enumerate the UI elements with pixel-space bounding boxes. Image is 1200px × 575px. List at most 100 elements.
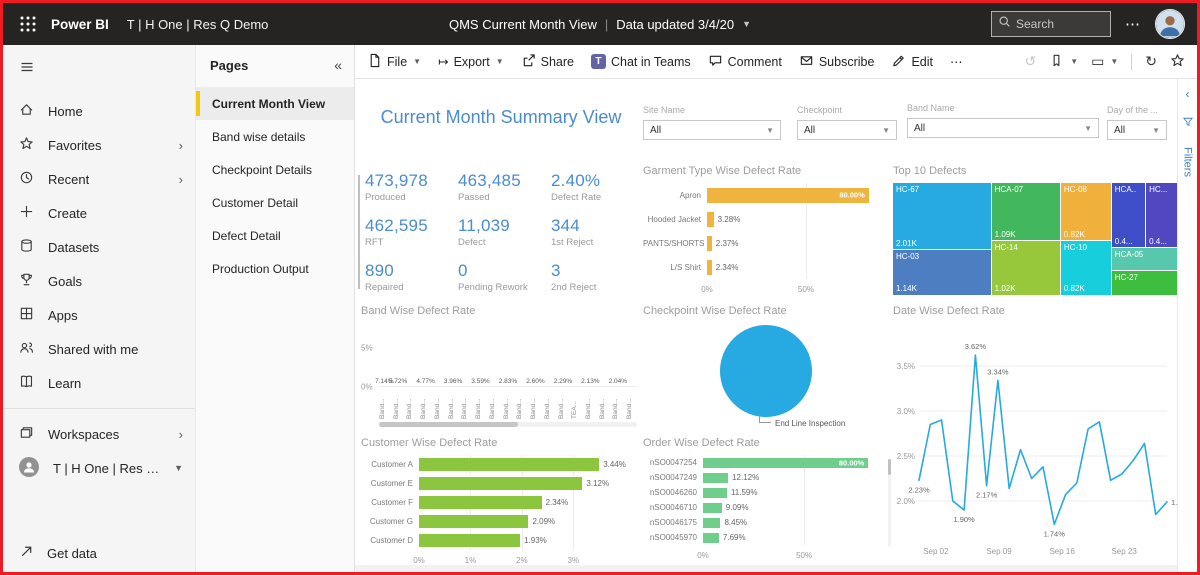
toolbar-chat-in-teams-button[interactable]: TChat in Teams bbox=[591, 54, 691, 69]
slicer-day-of-the-dropdown[interactable]: All▼ bbox=[1107, 120, 1167, 140]
span: Comment bbox=[728, 55, 782, 69]
chart-scrollbar[interactable] bbox=[888, 459, 891, 547]
bh-zone: 2.09% bbox=[419, 515, 639, 528]
bar-pants-shorts[interactable] bbox=[707, 236, 712, 251]
toolbar-edit-button[interactable]: Edit bbox=[891, 53, 933, 71]
chart-scrollbar[interactable] bbox=[379, 422, 637, 427]
treemap-tile-hc-03[interactable]: HC-031.14K bbox=[893, 250, 992, 295]
bar-nso0047249[interactable] bbox=[703, 473, 728, 483]
path bbox=[371, 54, 379, 66]
filter-funnel-icon[interactable] bbox=[1182, 115, 1194, 133]
customer-wise-defect-rate-chart[interactable]: Customer Wise Defect RateCustomer A3.44%… bbox=[361, 437, 639, 567]
bar-apron[interactable]: 80.00% bbox=[707, 188, 869, 203]
sidebar-item-shared-with-me[interactable]: Shared with me bbox=[3, 332, 195, 366]
band-wise-defect-rate-chart[interactable]: Band Wise Defect Rate5%0%7.14%5.72%4.77%… bbox=[361, 305, 639, 433]
treemap-tile-hc-27[interactable]: HC-27 bbox=[1112, 271, 1177, 295]
bh-lab: Customer G bbox=[361, 517, 419, 526]
bar-nso0046175[interactable] bbox=[703, 518, 720, 528]
search-box[interactable] bbox=[991, 11, 1111, 37]
order-wise-defect-rate-chart[interactable]: Order Wise Defect RatenSO004725480.00%nS… bbox=[643, 437, 889, 567]
bar-hooded-jacket[interactable] bbox=[707, 212, 714, 227]
sidebar-item-apps[interactable]: Apps bbox=[3, 298, 195, 332]
garment-type-defect-rate-chart[interactable]: Garment Type Wise Defect RateApron80.00%… bbox=[643, 165, 889, 305]
page-item-checkpoint-details[interactable]: Checkpoint Details bbox=[196, 153, 354, 186]
treemap-tile-hca-05[interactable]: HCA-05 bbox=[1112, 248, 1177, 272]
bh-zone: 11.59% bbox=[703, 488, 889, 498]
filters-pane-label[interactable]: Filters bbox=[1182, 147, 1194, 177]
bv-blab: 4.77% bbox=[416, 378, 434, 385]
checkpoint-wise-defect-rate-pie[interactable]: Checkpoint Wise Defect RateEnd Line Insp… bbox=[643, 305, 889, 435]
sidebar-item-favorites[interactable]: Favorites› bbox=[3, 128, 195, 162]
treemap-tile-hc-10[interactable]: HC-100.82K bbox=[1061, 241, 1112, 295]
bar-customer-a[interactable] bbox=[419, 458, 599, 471]
bar-customer-g[interactable] bbox=[419, 515, 528, 528]
treemap-tile-hca[interactable]: HCA..0.4... bbox=[1112, 183, 1146, 248]
sidebar-item-home[interactable]: Home bbox=[3, 94, 195, 128]
bar-customer-d[interactable] bbox=[419, 534, 520, 547]
waffle-menu-icon[interactable] bbox=[15, 11, 41, 37]
sidebar-item-goals[interactable]: Goals bbox=[3, 264, 195, 298]
toolbar-comment-button[interactable]: Comment bbox=[708, 53, 782, 71]
span: All bbox=[804, 125, 815, 136]
toolbar-share-button[interactable]: Share bbox=[521, 53, 574, 71]
slicer-band-name-dropdown[interactable]: All▼ bbox=[907, 118, 1099, 138]
bar-customer-e[interactable] bbox=[419, 477, 582, 490]
sidebar-item-t-h-one-res-q-d[interactable]: T | H One | Res Q D...▼ bbox=[3, 451, 195, 485]
nav-chev: ▼ bbox=[174, 463, 183, 473]
page-item-defect-detail[interactable]: Defect Detail bbox=[196, 219, 354, 252]
sidebar-item-recent[interactable]: Recent› bbox=[3, 162, 195, 196]
user-avatar[interactable] bbox=[1155, 9, 1185, 39]
kpi-label: RFT bbox=[365, 237, 458, 248]
top-10-defects-treemap[interactable]: Top 10 DefectsHC-672.01KHC-031.14KHCA-07… bbox=[893, 165, 1177, 305]
bar-nso0047254[interactable]: 80.00% bbox=[703, 458, 868, 468]
slicer-checkpoint-dropdown[interactable]: All▼ bbox=[797, 120, 897, 140]
toolbar-more-button[interactable]: ⋯ bbox=[950, 54, 963, 69]
toolbar-file-button[interactable]: File▼ bbox=[367, 53, 421, 71]
toolbar-bookmark-button[interactable]: ▼ bbox=[1049, 53, 1078, 71]
treemap-tile-hc-08[interactable]: HC-080.82K bbox=[1061, 183, 1112, 241]
pie-slice-end-line-inspection[interactable] bbox=[720, 325, 812, 417]
search-input[interactable] bbox=[1016, 17, 1096, 31]
bar-l-s-shirt[interactable] bbox=[707, 260, 712, 275]
bar-nso0046710[interactable] bbox=[703, 503, 722, 513]
page-item-current-month-view[interactable]: Current Month View bbox=[196, 87, 354, 120]
report-title: QMS Current Month View bbox=[449, 17, 597, 32]
toolbar-frame-button[interactable]: ▭▼ bbox=[1091, 53, 1118, 70]
data-updated-label[interactable]: Data updated 3/4/20 bbox=[616, 17, 734, 32]
date-wise-defect-rate-chart[interactable]: Date Wise Defect Rate2.0%2.5%3.0%3.5%Sep… bbox=[893, 305, 1177, 567]
treemap-tile-hc-14[interactable]: HC-141.02K bbox=[992, 241, 1061, 295]
chart-title: Garment Type Wise Defect Rate bbox=[643, 165, 889, 177]
sidebar-item-workspaces[interactable]: Workspaces› bbox=[3, 417, 195, 451]
bv-xlab: Band... bbox=[599, 389, 610, 419]
bv-xlab: Band... bbox=[448, 389, 459, 419]
toolbar-export-button[interactable]: ↦Export▼ bbox=[438, 54, 504, 69]
treemap-tile-hc[interactable]: HC...0.4... bbox=[1146, 183, 1177, 248]
toolbar-star-button[interactable] bbox=[1170, 53, 1185, 71]
bar-nso0045970[interactable] bbox=[703, 533, 719, 543]
toolbar-subscribe-button[interactable]: Subscribe bbox=[799, 53, 875, 71]
sidebar-item-get-data[interactable]: Get data bbox=[19, 544, 97, 562]
slicer-site-name-dropdown[interactable]: All▼ bbox=[643, 120, 781, 140]
treemap-tile-hc-67[interactable]: HC-672.01K bbox=[893, 183, 992, 250]
page-item-band-wise-details[interactable]: Band wise details bbox=[196, 120, 354, 153]
chevron-down-icon[interactable]: ▼ bbox=[742, 19, 751, 29]
svg bbox=[1156, 10, 1184, 38]
bv-blab: 2.13% bbox=[581, 378, 599, 385]
topbar-workspace-name[interactable]: T | H One | Res Q Demo bbox=[127, 17, 269, 32]
span: Production Output bbox=[212, 262, 309, 276]
page-item-customer-detail[interactable]: Customer Detail bbox=[196, 186, 354, 219]
expand-filters-icon[interactable]: ‹ bbox=[1186, 87, 1190, 101]
collapse-pages-icon[interactable]: « bbox=[334, 57, 342, 73]
sidebar-item-datasets[interactable]: Datasets bbox=[3, 230, 195, 264]
sidebar-item-create[interactable]: Create bbox=[3, 196, 195, 230]
toolbar-undo-button[interactable]: ↺ bbox=[1024, 53, 1036, 70]
bar-nso0046260[interactable] bbox=[703, 488, 727, 498]
path bbox=[21, 308, 31, 318]
more-options-icon[interactable]: ⋯ bbox=[1125, 15, 1141, 33]
bar-customer-f[interactable] bbox=[419, 496, 542, 509]
treemap-tile-hca-07[interactable]: HCA-071.09K bbox=[992, 183, 1061, 241]
page-item-production-output[interactable]: Production Output bbox=[196, 252, 354, 285]
toolbar-refresh-button[interactable]: ↻ bbox=[1145, 53, 1157, 70]
sidebar-item-learn[interactable]: Learn bbox=[3, 366, 195, 400]
hamburger-menu-icon[interactable] bbox=[19, 59, 195, 80]
